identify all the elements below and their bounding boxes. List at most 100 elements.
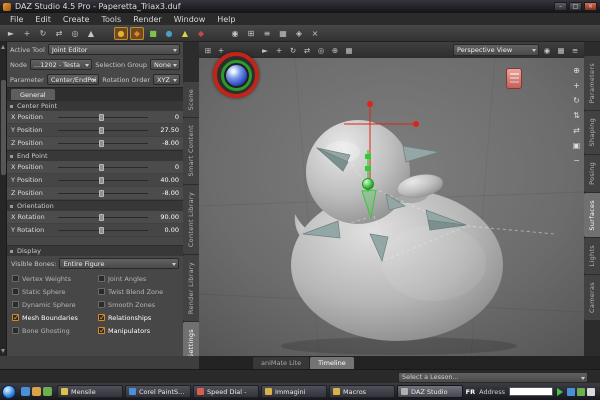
scrollbar-thumb[interactable]: [1, 80, 6, 175]
menu-item[interactable]: Render: [127, 15, 167, 24]
toolbar-icon[interactable]: ◉: [228, 27, 242, 40]
toolbar-icon[interactable]: ▦: [276, 27, 290, 40]
display-checkbox[interactable]: Vertex Weights: [9, 272, 95, 285]
left-dock-tab[interactable]: Render Library: [183, 254, 199, 322]
go-arrow-icon[interactable]: [557, 387, 563, 396]
manipulator-handle-x[interactable]: [413, 121, 419, 127]
bottom-tab[interactable]: aniMate Lite: [253, 357, 310, 369]
slider-thumb[interactable]: [99, 213, 105, 221]
pin-badge[interactable]: [506, 68, 522, 89]
parameter-value[interactable]: 0: [151, 163, 179, 171]
visible-bones-dropdown[interactable]: Entire Figure: [59, 258, 179, 269]
right-dock-tab[interactable]: Posing: [584, 154, 600, 192]
viewport-option-icon[interactable]: ▦: [555, 44, 567, 56]
bottom-tab[interactable]: Timeline: [310, 357, 354, 369]
viewport-nav-icon[interactable]: ▣: [570, 139, 583, 151]
viewport-nav-icon[interactable]: ⇅: [570, 109, 583, 121]
viewport-nav-icon[interactable]: ↻: [570, 94, 583, 106]
quick-launch-icon[interactable]: [43, 387, 52, 396]
display-checkbox[interactable]: Joint Angles: [95, 272, 181, 285]
slider-thumb[interactable]: [99, 226, 105, 234]
checkbox-icon[interactable]: [12, 275, 19, 282]
parameter-row[interactable]: X Position 0: [7, 111, 183, 124]
parameter-slider[interactable]: [58, 139, 148, 148]
parameter-row[interactable]: X Position 0: [7, 161, 183, 174]
menu-item[interactable]: Tools: [95, 15, 127, 24]
parameter-slider[interactable]: [58, 126, 148, 135]
checkbox-icon[interactable]: [98, 326, 106, 335]
toolbar-icon[interactable]: ◆: [130, 26, 144, 40]
display-checkbox[interactable]: Twist Blend Zone: [95, 285, 181, 298]
slider-thumb[interactable]: [99, 113, 105, 121]
tray-icon[interactable]: [577, 387, 585, 396]
slider-thumb[interactable]: [99, 139, 105, 147]
checkbox-icon[interactable]: [12, 327, 19, 334]
section-header-orientation[interactable]: Orientation: [7, 200, 183, 211]
section-header-center-point[interactable]: Center Point: [7, 100, 183, 111]
taskbar-button[interactable]: Immagini: [261, 385, 327, 398]
viewport-option-icon[interactable]: ≡: [569, 44, 581, 56]
taskbar-button[interactable]: Speed Dial -: [193, 385, 259, 398]
close-button[interactable]: ×: [584, 2, 597, 11]
parameter-slider[interactable]: [58, 213, 148, 222]
toolbar-icon[interactable]: ◆: [194, 27, 208, 40]
toolbar-icon[interactable]: ●: [162, 27, 176, 40]
slider-thumb[interactable]: [99, 163, 105, 171]
parameter-row[interactable]: Y Position 27.50: [7, 124, 183, 137]
language-indicator[interactable]: FR: [466, 388, 475, 396]
rotation-order-dropdown[interactable]: XYZ: [153, 74, 180, 85]
viewport[interactable]: ⊞+ ►+↻⇄◎⊕▦ Perspective View ◉▦≡: [199, 42, 584, 356]
toolbar-icon[interactable]: ◎: [68, 27, 82, 40]
viewport-tool-icon[interactable]: ►: [259, 44, 271, 56]
toolbar-icon[interactable]: ►: [4, 27, 18, 40]
parameter-row[interactable]: Z Position -8.00: [7, 137, 183, 150]
lesson-selector-dropdown[interactable]: Select a Lesson...: [398, 371, 588, 383]
checkbox-icon[interactable]: [98, 288, 105, 295]
parameter-dropdown[interactable]: Center/EndPoi: [46, 74, 100, 85]
viewport-nav-icon[interactable]: −: [570, 154, 583, 166]
parameter-slider[interactable]: [58, 163, 148, 172]
parameter-slider[interactable]: [58, 113, 148, 122]
right-dock-tab[interactable]: Lights: [584, 238, 600, 274]
checkbox-icon[interactable]: [12, 301, 19, 308]
right-dock-tab[interactable]: Shaping: [584, 111, 600, 154]
titlebar[interactable]: DAZ Studio 4.5 Pro - Paperetta_Triax3.du…: [0, 0, 600, 13]
joint-center-handle[interactable]: [362, 178, 374, 190]
tab-general[interactable]: General: [11, 89, 55, 100]
viewport-tool-icon[interactable]: +: [273, 44, 285, 56]
viewport-corner-icon[interactable]: ⊞: [202, 44, 214, 56]
display-checkbox[interactable]: Bone Ghosting: [9, 324, 95, 337]
minimize-button[interactable]: –: [554, 2, 567, 11]
selection-group-dropdown[interactable]: None: [150, 59, 180, 70]
trackball-sphere[interactable]: [225, 64, 247, 86]
parameter-value[interactable]: 90.00: [151, 213, 179, 221]
checkbox-icon[interactable]: [12, 288, 19, 295]
viewport-nav-icon[interactable]: ⊕: [570, 64, 583, 76]
checkbox-icon[interactable]: [98, 275, 105, 282]
viewport-tool-icon[interactable]: ◎: [315, 44, 327, 56]
slider-thumb[interactable]: [99, 189, 105, 197]
viewport-tool-icon[interactable]: ↻: [287, 44, 299, 56]
menu-item[interactable]: File: [4, 15, 29, 24]
taskbar-button[interactable]: Macros: [329, 385, 395, 398]
orientation-trackball[interactable]: [213, 52, 259, 98]
left-dock-tab[interactable]: Content Library: [183, 184, 199, 254]
address-input[interactable]: [509, 387, 553, 396]
display-checkbox[interactable]: Manipulators: [95, 324, 181, 337]
parameter-value[interactable]: 27.50: [151, 126, 179, 134]
manipulator-handle-y[interactable]: [367, 101, 373, 107]
parameter-row[interactable]: Y Rotation 0.00: [7, 224, 183, 237]
parameter-row[interactable]: Y Position 40.00: [7, 174, 183, 187]
right-dock-tab[interactable]: Cameras: [584, 274, 600, 320]
parameter-value[interactable]: -8.00: [151, 139, 179, 147]
parameter-value[interactable]: 0.00: [151, 226, 179, 234]
display-checkbox[interactable]: Dynamic Sphere: [9, 298, 95, 311]
display-checkbox[interactable]: Mesh Boundaries: [9, 311, 95, 324]
checkbox-icon[interactable]: [98, 301, 105, 308]
viewport-option-icon[interactable]: ◉: [541, 44, 553, 56]
parameter-slider[interactable]: [58, 226, 148, 235]
menu-item[interactable]: Create: [57, 15, 96, 24]
toolbar-icon[interactable]: ◈: [292, 27, 306, 40]
viewport-nav-icon[interactable]: +: [570, 79, 583, 91]
toolbar-icon[interactable]: ↻: [36, 27, 50, 40]
